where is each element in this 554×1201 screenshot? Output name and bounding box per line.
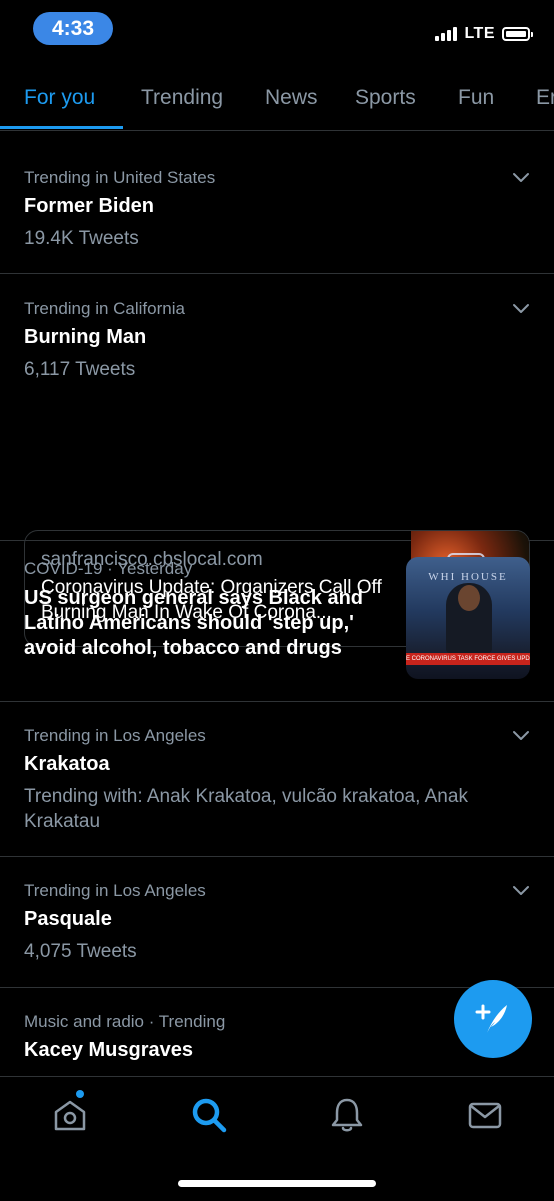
active-tab-indicator — [0, 126, 123, 129]
trend-title: Pasquale — [24, 908, 112, 930]
trend-item[interactable]: Trending in Los Angeles Pasquale 4,075 T… — [0, 857, 554, 987]
messages-envelope-icon[interactable] — [465, 1095, 505, 1135]
trend-context: Trending in California — [24, 299, 185, 318]
new-content-dot — [76, 1090, 84, 1098]
trend-related: Trending with: Anak Krakatoa, vulcão kra… — [24, 786, 468, 832]
trend-title: Former Biden — [24, 195, 155, 217]
trend-item[interactable]: Trending in United States Former Biden 1… — [0, 143, 554, 273]
tab-trending[interactable]: Trending — [141, 86, 223, 110]
trend-title: Burning Man — [24, 326, 147, 348]
status-time[interactable]: 4:33 — [33, 12, 113, 45]
network-label: LTE — [464, 25, 495, 42]
trend-context: Music and radio · Trending — [24, 1012, 226, 1031]
compose-tweet-button[interactable] — [454, 980, 532, 1058]
news-headline: US surgeon general says Black and Latino… — [24, 587, 364, 659]
news-context: COVID-19 · Yesterday — [24, 559, 193, 578]
chevron-down-icon[interactable] — [512, 727, 530, 745]
news-thumbnail: WHI HOUSE E CORONAVIRUS TASK FORCE GIVES… — [406, 557, 530, 679]
tab-entertainment[interactable]: Er — [536, 86, 554, 110]
notifications-bell-icon[interactable] — [327, 1095, 367, 1135]
trend-title: Krakatoa — [24, 753, 110, 775]
chevron-down-icon[interactable] — [512, 882, 530, 900]
thumbnail-caption: WHI HOUSE — [428, 571, 508, 583]
trend-count: 19.4K Tweets — [24, 228, 139, 249]
tab-fun[interactable]: Fun — [458, 86, 494, 110]
home-indicator[interactable] — [178, 1180, 376, 1187]
trend-item[interactable]: Trending in California Burning Man 6,117… — [0, 274, 554, 647]
trend-context: Trending in United States — [24, 168, 216, 187]
compose-tweet-icon — [475, 1004, 507, 1033]
thumbnail-ticker: E CORONAVIRUS TASK FORCE GIVES UPDA — [406, 653, 530, 665]
tab-sports[interactable]: Sports — [355, 86, 416, 110]
trend-context: Trending in Los Angeles — [24, 726, 206, 745]
trend-title: Kacey Musgraves — [24, 1039, 193, 1061]
news-item[interactable]: COVID-19 · Yesterday US surgeon general … — [0, 541, 554, 701]
trend-context: Trending in Los Angeles — [24, 881, 206, 900]
trend-count: 6,117 Tweets — [24, 359, 136, 380]
status-bar: 4:33 LTE — [0, 0, 554, 60]
signal-icon — [435, 27, 458, 41]
explore-tabs: For you Trending News Sports Fun Er — [0, 72, 554, 131]
home-icon[interactable] — [50, 1095, 90, 1135]
search-icon[interactable] — [189, 1095, 229, 1135]
trends-feed: Trending in United States Former Biden 1… — [0, 143, 554, 1078]
status-indicators: LTE — [435, 22, 533, 46]
tab-news[interactable]: News — [265, 86, 318, 110]
trend-count: 4,075 Tweets — [24, 941, 137, 962]
trend-item[interactable]: Trending in Los Angeles Krakatoa Trendin… — [0, 702, 554, 856]
tab-for-you[interactable]: For you — [24, 86, 95, 110]
battery-icon — [502, 27, 533, 41]
chevron-down-icon[interactable] — [512, 300, 530, 318]
chevron-down-icon[interactable] — [512, 169, 530, 187]
